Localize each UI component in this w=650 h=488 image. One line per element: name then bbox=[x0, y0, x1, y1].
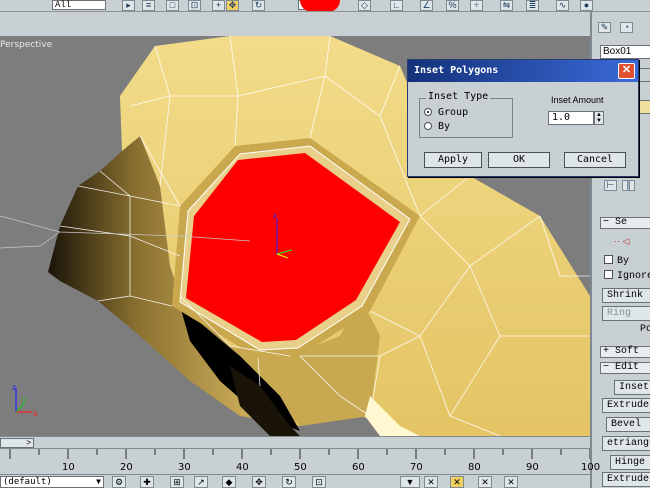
ok-button[interactable]: OK bbox=[488, 152, 550, 168]
mirror-icon[interactable]: ⇋ bbox=[500, 0, 513, 11]
svg-text:z: z bbox=[12, 383, 16, 392]
extrude-button[interactable]: Extrude bbox=[602, 398, 650, 413]
bevel-button[interactable]: Bevel bbox=[606, 417, 650, 432]
track-bar-tick-label: 10 bbox=[62, 462, 75, 473]
track-bar-tick-label: 50 bbox=[294, 462, 307, 473]
inset-type-label: Inset Type bbox=[426, 91, 491, 102]
svg-text:x: x bbox=[33, 409, 38, 418]
close-icon[interactable]: ✕ bbox=[618, 63, 635, 79]
curve-editor-icon[interactable]: ∿ bbox=[556, 0, 569, 11]
scale-icon[interactable]: ⊡ bbox=[312, 476, 326, 488]
track-bar-tick-label: 40 bbox=[236, 462, 249, 473]
inset-button[interactable]: Inset bbox=[614, 380, 650, 395]
recording-indicator bbox=[300, 0, 340, 11]
snap-status-icon[interactable]: ⊞ bbox=[170, 476, 184, 488]
chevron-down-icon: ▼ bbox=[96, 477, 101, 486]
apply-button[interactable]: Apply bbox=[424, 152, 482, 168]
arrow-icon[interactable]: ↗ bbox=[194, 476, 208, 488]
dialog-titlebar[interactable]: Inset Polygons ✕ bbox=[408, 60, 638, 82]
angle-snap-icon[interactable]: ∠ bbox=[420, 0, 433, 11]
pivot-icon[interactable]: ◇ bbox=[358, 0, 371, 11]
track-bar-tick-label: 30 bbox=[178, 462, 191, 473]
polygon-count-label: Po bbox=[640, 324, 650, 335]
snap-icon[interactable]: ∟ bbox=[390, 0, 403, 11]
track-bar-tick-label: 100 bbox=[581, 462, 601, 473]
select-move-icon[interactable]: + bbox=[212, 0, 225, 11]
time-slider-thumb[interactable]: > bbox=[0, 438, 34, 448]
viewport-label[interactable]: Perspective bbox=[0, 40, 52, 50]
rollout-soft-selection[interactable]: + Soft bbox=[600, 346, 650, 358]
select-by-name-icon[interactable]: ≡ bbox=[142, 0, 155, 11]
modify-tab-icon[interactable]: ◔ bbox=[620, 22, 633, 33]
track-bar-tick-label: 80 bbox=[468, 462, 481, 473]
status-bar: (default) ▼ ⚙ ✚ ⊞ ↗ ◆ ✥ ↻ ⊡ ▼ ✕ ✕ ✕ ✕ bbox=[0, 474, 590, 488]
time-slider[interactable]: > bbox=[0, 436, 590, 448]
layer-dropdown-value: (default) bbox=[3, 477, 52, 487]
key-icon[interactable]: ◆ bbox=[222, 476, 236, 488]
retriangulate-button[interactable]: etriangul bbox=[602, 436, 650, 451]
radio-icon bbox=[424, 122, 432, 130]
angle-toggle-icon[interactable]: ✕ bbox=[478, 476, 492, 488]
spinner-down-icon[interactable]: ▼ bbox=[595, 118, 603, 124]
track-bar[interactable]: 10 20 30 40 50 60 70 80 90 100 bbox=[0, 448, 600, 474]
hinge-from-edge-button[interactable]: Hinge F bbox=[610, 455, 650, 470]
rotate-icon[interactable]: ↻ bbox=[282, 476, 296, 488]
radio-selected-icon bbox=[424, 108, 432, 116]
pin-stack-icon[interactable]: ⊢ bbox=[604, 180, 617, 191]
rotate-icon[interactable]: ↻ bbox=[252, 0, 265, 11]
dialog-title: Inset Polygons bbox=[414, 65, 499, 76]
inset-type-group: Inset Type bbox=[419, 91, 513, 138]
inset-amount-label: Inset Amount bbox=[551, 95, 604, 105]
ring-button[interactable]: Ring bbox=[602, 306, 650, 321]
active-snap-icon[interactable]: ✕ bbox=[450, 476, 464, 488]
rollout-edit-label: Edit bbox=[615, 362, 640, 373]
ignore-backfacing-checkbox[interactable]: Ignore bbox=[604, 270, 650, 282]
coordinate-icon[interactable]: ✚ bbox=[140, 476, 154, 488]
ignore-backfacing-label: Ignore bbox=[617, 271, 650, 282]
select-icon[interactable]: ▸ bbox=[122, 0, 135, 11]
by-vertex-checkbox[interactable]: By bbox=[604, 255, 629, 267]
extrude-along-spline-button[interactable]: Extrude A bbox=[602, 472, 650, 487]
layer-dropdown[interactable]: (default) ▼ bbox=[0, 476, 104, 488]
svg-text:z: z bbox=[273, 212, 277, 220]
window-crossing-icon[interactable]: ⊡ bbox=[188, 0, 201, 11]
track-bar-tick-label: 20 bbox=[120, 462, 133, 473]
by-polygon-radio-label: By bbox=[438, 121, 451, 132]
track-bar-tick-label: 90 bbox=[526, 462, 539, 473]
subobject-icons[interactable]: ·· ◁ bbox=[614, 236, 629, 247]
dropdown-icon[interactable]: ▼ bbox=[400, 476, 420, 488]
inset-amount-input[interactable]: 1.0 bbox=[548, 111, 594, 125]
svg-text:y: y bbox=[22, 396, 26, 404]
track-bar-tick-label: 60 bbox=[352, 462, 365, 473]
by-polygon-radio[interactable]: By bbox=[424, 121, 450, 132]
material-editor-icon[interactable]: ● bbox=[580, 0, 593, 11]
main-toolbar: All ▸ ≡ □ ⊡ + ✥ ↻ View ◇ ∟ ∠ % ÷ ⇋ ≣ ∿ ● bbox=[0, 0, 650, 12]
create-tab-icon[interactable]: ✎ bbox=[598, 22, 611, 33]
group-radio[interactable]: Group bbox=[424, 107, 468, 118]
show-end-result-icon[interactable]: ∥ bbox=[622, 180, 635, 191]
inset-polygons-dialog: Inset Polygons ✕ Inset Type Group By Ins… bbox=[407, 59, 639, 177]
move-icon[interactable]: ✥ bbox=[226, 0, 239, 11]
rollout-selection[interactable]: − Se bbox=[600, 217, 650, 229]
align-icon[interactable]: ≣ bbox=[526, 0, 539, 11]
percent-toggle-icon[interactable]: ✕ bbox=[504, 476, 518, 488]
cancel-button[interactable]: Cancel bbox=[564, 152, 626, 168]
shrink-button[interactable]: Shrink bbox=[602, 288, 650, 303]
rollout-soft-label: Soft bbox=[615, 346, 640, 357]
object-name-field[interactable]: Box01 bbox=[600, 45, 650, 59]
rollout-selection-label: Se bbox=[615, 217, 628, 228]
rollout-edit-polygons[interactable]: − Edit bbox=[600, 362, 650, 374]
percent-snap-icon[interactable]: % bbox=[446, 0, 459, 11]
snap-toggle-icon[interactable]: ✕ bbox=[424, 476, 438, 488]
move-icon[interactable]: ✥ bbox=[252, 476, 266, 488]
spinner-snap-icon[interactable]: ÷ bbox=[470, 0, 483, 11]
region-select-icon[interactable]: □ bbox=[166, 0, 179, 11]
by-vertex-label: By bbox=[617, 256, 630, 267]
selection-lock-icon[interactable]: ⚙ bbox=[112, 476, 126, 488]
track-bar-tick-label: 70 bbox=[410, 462, 423, 473]
inset-amount-spinner[interactable]: ▲ ▼ bbox=[594, 111, 604, 125]
selection-filter-dropdown[interactable]: All bbox=[52, 0, 106, 10]
group-radio-label: Group bbox=[438, 107, 469, 118]
